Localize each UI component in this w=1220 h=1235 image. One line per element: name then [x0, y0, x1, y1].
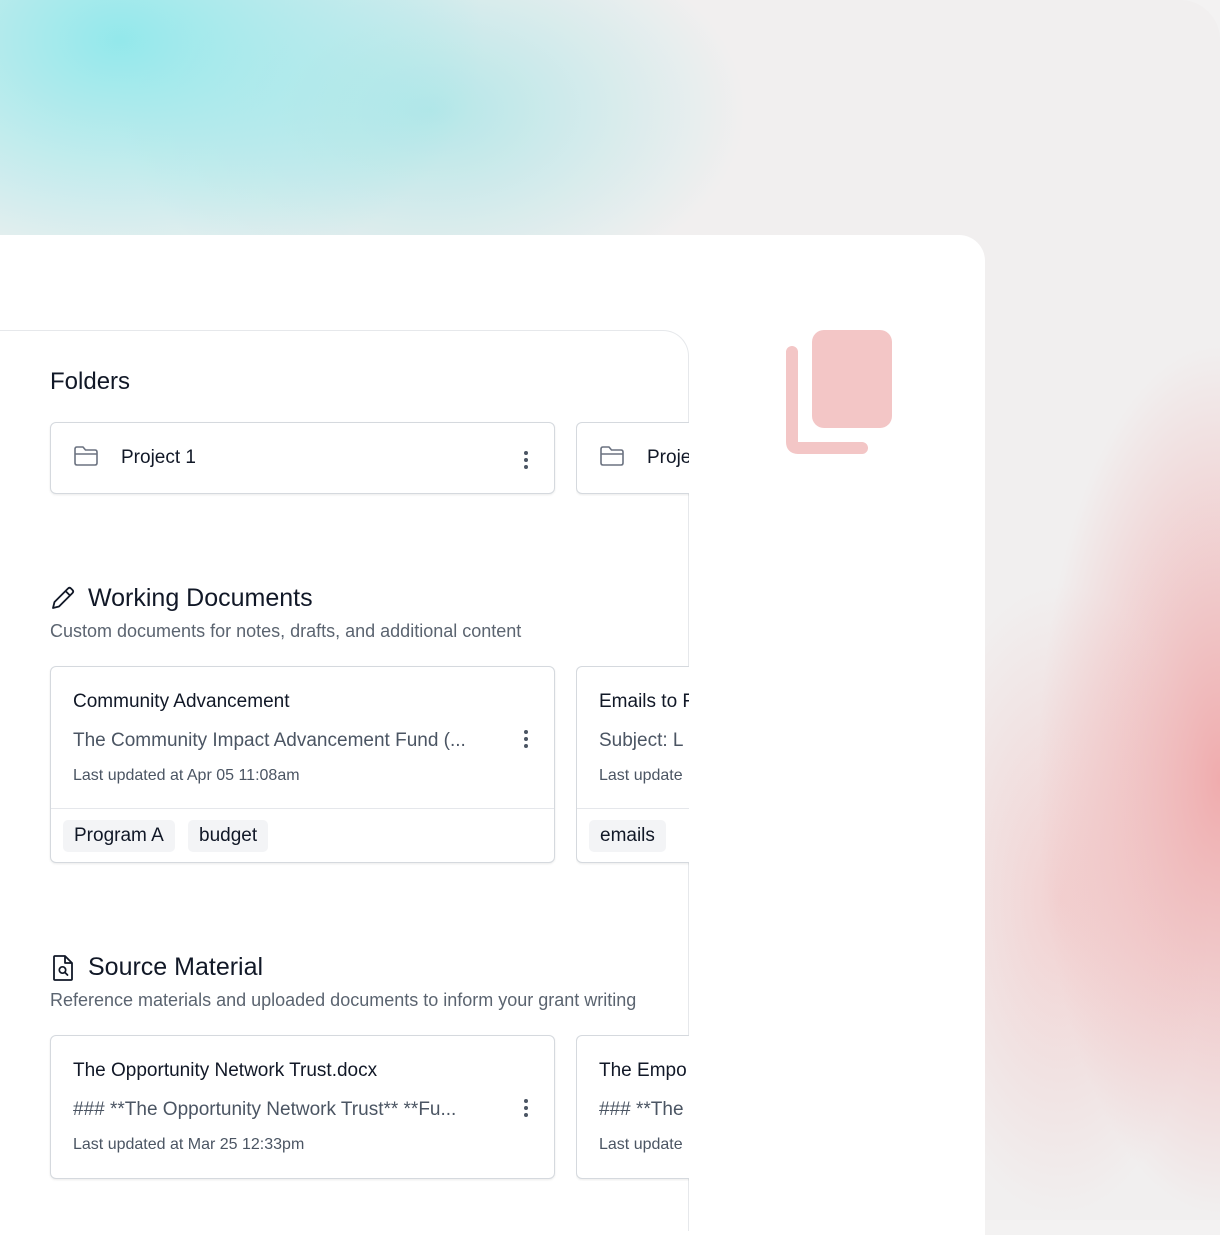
tag-budget[interactable]: budget: [188, 820, 269, 852]
source-material-title: Source Material: [88, 953, 264, 981]
more-options-icon[interactable]: [524, 451, 528, 472]
folder-name: Proje: [647, 447, 689, 468]
card-divider: [577, 808, 689, 809]
pencil-icon: [52, 586, 75, 609]
document-snippet: The Community Impact Advancement Fund (.…: [73, 730, 466, 751]
more-options-icon[interactable]: [524, 730, 528, 751]
copy-icon: [786, 330, 892, 454]
document-date: Last update: [599, 767, 683, 784]
folder-name: Project 1: [121, 447, 196, 468]
card-divider: [51, 808, 554, 809]
folder-icon: [600, 446, 624, 466]
file-search-icon: [53, 955, 73, 981]
document-snippet: ### **The: [599, 1099, 684, 1120]
tag-emails[interactable]: emails: [589, 820, 666, 852]
working-documents-subtitle: Custom documents for notes, drafts, and …: [50, 621, 522, 641]
document-title: The Opportunity Network Trust.docx: [73, 1060, 378, 1081]
folder-icon: [74, 446, 98, 466]
source-card-empowerment[interactable]: The Empo ### **The Last update: [576, 1035, 689, 1179]
folders-title: Folders: [50, 368, 131, 395]
document-snippet: ### **The Opportunity Network Trust** **…: [73, 1099, 457, 1120]
source-material-subtitle: Reference materials and uploaded documen…: [50, 990, 637, 1010]
tag-program-a[interactable]: Program A: [63, 820, 175, 852]
document-date: Last updated at Apr 05 11:08am: [73, 767, 300, 784]
document-date: Last updated at Mar 25 12:33pm: [73, 1136, 305, 1153]
document-snippet: Subject: L: [599, 730, 684, 751]
document-date: Last update: [599, 1136, 683, 1153]
document-title: Emails to F: [599, 691, 689, 712]
document-card-community-advancement[interactable]: Community Advancement The Community Impa…: [50, 666, 555, 863]
document-title: The Empo: [599, 1060, 687, 1081]
document-card-clip: Emails to F Subject: L Last update email…: [576, 666, 689, 866]
folder-card-project-2[interactable]: Proje: [576, 422, 689, 494]
source-card-clip: The Empo ### **The Last update: [576, 1035, 689, 1181]
working-documents-title: Working Documents: [88, 584, 313, 612]
document-title: Community Advancement: [73, 691, 290, 712]
document-card-emails[interactable]: Emails to F Subject: L Last update email…: [576, 666, 689, 863]
more-options-icon[interactable]: [524, 1099, 528, 1120]
source-card-opportunity-network[interactable]: The Opportunity Network Trust.docx ### *…: [50, 1035, 555, 1179]
folder-card-clip: Proje: [576, 422, 689, 496]
folder-card-project-1[interactable]: Project 1: [50, 422, 555, 494]
